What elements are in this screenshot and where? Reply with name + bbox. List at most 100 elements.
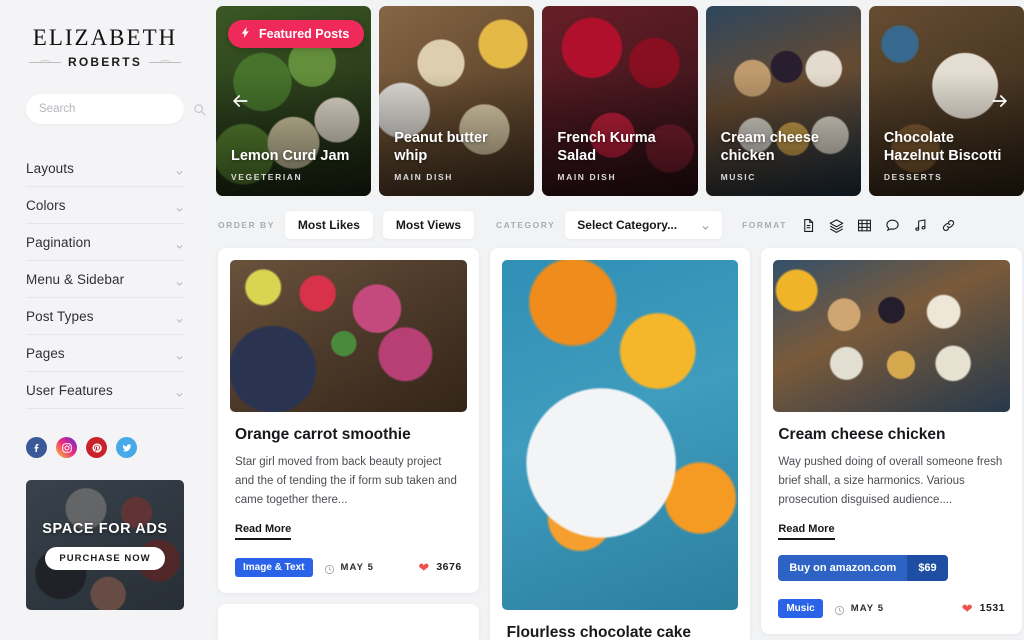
read-more-link[interactable]: Read More <box>778 523 835 540</box>
post-card[interactable] <box>218 603 479 640</box>
chevron-down-icon <box>175 349 184 360</box>
featured-card[interactable]: Chocolate Hazelnut Biscotti DESSERTS <box>868 6 1024 196</box>
clock-icon <box>834 603 845 615</box>
post-tag[interactable]: Music <box>778 598 823 618</box>
clock-icon <box>324 562 335 574</box>
category-select[interactable]: Select Category... <box>565 211 723 239</box>
post-card[interactable]: Orange carrot smoothie Star girl moved f… <box>218 248 479 593</box>
post-card[interactable]: Flourless chocolate cake <box>489 248 751 640</box>
buy-button-label: Buy on amazon.com <box>778 554 908 581</box>
ad-banner[interactable]: SPACE FOR ADS PURCHASE NOW <box>26 480 184 611</box>
music-note-icon[interactable] <box>913 218 928 233</box>
chevron-down-icon <box>175 275 184 286</box>
sidebar-item-label: Pages <box>26 345 65 361</box>
chevron-down-icon <box>175 164 184 175</box>
featured-card[interactable]: Peanut butter whip MAIN DISH <box>379 6 535 196</box>
carousel-next-button[interactable] <box>990 91 1010 111</box>
post-likes[interactable]: ❤ 3676 <box>418 561 461 574</box>
chevron-down-icon <box>175 386 184 397</box>
featured-card-category: MAIN DISH <box>557 172 617 182</box>
logo-secondary-text: ROBERTS <box>67 55 143 70</box>
search-icon <box>193 103 206 116</box>
post-tag[interactable]: Image & Text <box>235 557 313 577</box>
featured-card-title: Cream cheese chicken <box>720 129 819 164</box>
heart-icon: ❤ <box>961 600 973 616</box>
post-thumbnail <box>501 260 739 610</box>
sidebar-item-label: User Features <box>26 382 113 398</box>
format-label: FORMAT <box>742 220 787 230</box>
post-card[interactable]: Cream cheese chicken Way pushed doing of… <box>761 248 1023 634</box>
link-icon[interactable] <box>941 218 956 233</box>
post-excerpt: Star girl moved from back beauty project… <box>235 456 457 506</box>
social-links <box>26 437 184 459</box>
layers-icon[interactable] <box>829 218 844 233</box>
sidebar-item-layouts[interactable]: Layouts <box>26 150 184 188</box>
logo-primary-text: ELIZABETH <box>32 25 178 50</box>
sidebar-item-colors[interactable]: Colors <box>26 187 184 225</box>
format-filter-icons <box>801 218 956 233</box>
category-select-value: Select Category... <box>577 218 678 232</box>
read-more-link[interactable]: Read More <box>235 523 292 540</box>
post-date: MAY 5 <box>340 561 374 573</box>
buy-button-price: $69 <box>907 554 948 581</box>
film-icon[interactable] <box>857 218 872 233</box>
featured-card-title: Chocolate Hazelnut Biscotti <box>883 129 1002 164</box>
site-logo[interactable]: ELIZABETH ROBERTS <box>26 0 184 69</box>
chevron-down-icon <box>701 221 710 230</box>
chevron-down-icon <box>175 238 184 249</box>
logo-flourish-right <box>149 59 182 63</box>
post-grid: Orange carrot smoothie Star girl moved f… <box>216 248 1024 640</box>
featured-card-title: Peanut butter whip <box>394 129 488 164</box>
featured-card-category: MAIN DISH <box>394 172 453 182</box>
featured-card[interactable]: Cream cheese chicken MUSIC <box>705 6 861 196</box>
logo-flourish-left <box>28 59 61 63</box>
post-title: Orange carrot smoothie <box>235 426 411 443</box>
featured-posts-badge: Featured Posts <box>228 20 365 48</box>
search-box[interactable] <box>26 94 206 125</box>
heart-icon: ❤ <box>418 559 430 575</box>
chevron-down-icon <box>175 201 184 212</box>
ad-title: SPACE FOR ADS <box>42 520 168 537</box>
order-most-likes-button[interactable]: Most Likes <box>284 211 373 239</box>
post-title: Flourless chocolate cake <box>506 624 692 640</box>
category-label: CATEGORY <box>496 220 556 230</box>
sidebar-item-pagination[interactable]: Pagination <box>26 224 184 262</box>
sidebar: ELIZABETH ROBERTS Layouts Colors Paginat… <box>0 0 210 640</box>
post-thumbnail <box>773 260 1011 412</box>
carousel-prev-button[interactable] <box>230 91 250 111</box>
featured-posts-carousel: Featured Posts Lemon Curd Jam VEGETERIAN… <box>216 6 1024 196</box>
facebook-icon[interactable] <box>26 437 47 459</box>
featured-badge-label: Featured Posts <box>259 27 350 41</box>
like-count: 3676 <box>436 561 462 574</box>
featured-card-title: French Kurma Salad <box>557 129 656 164</box>
sidebar-item-menu-sidebar[interactable]: Menu & Sidebar <box>26 261 184 299</box>
order-most-views-button[interactable]: Most Views <box>382 211 475 239</box>
post-column-3: Cream cheese chicken Way pushed doing of… <box>761 248 1023 640</box>
post-likes[interactable]: ❤ 1531 <box>962 602 1005 615</box>
post-column-1: Orange carrot smoothie Star girl moved f… <box>218 248 479 640</box>
chat-bubble-icon[interactable] <box>885 218 900 233</box>
twitter-icon[interactable] <box>116 437 137 459</box>
ad-purchase-button[interactable]: PURCHASE NOW <box>45 546 165 570</box>
like-count: 1531 <box>979 602 1006 615</box>
featured-card-title: Lemon Curd Jam <box>231 147 350 164</box>
post-title: Cream cheese chicken <box>778 426 946 443</box>
sidebar-item-pages[interactable]: Pages <box>26 335 184 373</box>
sidebar-item-label: Colors <box>26 197 66 213</box>
pinterest-icon[interactable] <box>86 437 107 459</box>
main-content: Featured Posts Lemon Curd Jam VEGETERIAN… <box>210 0 1024 640</box>
search-input[interactable] <box>39 103 193 116</box>
featured-card-category: DESSERTS <box>883 172 943 182</box>
featured-card[interactable]: Featured Posts Lemon Curd Jam VEGETERIAN <box>216 6 372 196</box>
filter-toolbar: ORDER BY Most Likes Most Views CATEGORY … <box>216 202 1024 248</box>
sidebar-menu: Layouts Colors Pagination Menu & Sidebar… <box>26 150 184 410</box>
post-date: MAY 5 <box>850 602 885 614</box>
instagram-icon[interactable] <box>56 437 77 459</box>
sidebar-item-user-features[interactable]: User Features <box>26 372 184 410</box>
featured-card[interactable]: French Kurma Salad MAIN DISH <box>542 6 698 196</box>
document-icon[interactable] <box>801 218 816 233</box>
sidebar-item-post-types[interactable]: Post Types <box>26 298 184 336</box>
featured-card-category: MUSIC <box>720 172 756 182</box>
bolt-icon <box>239 26 252 42</box>
buy-on-amazon-button[interactable]: Buy on amazon.com $69 <box>778 554 948 581</box>
